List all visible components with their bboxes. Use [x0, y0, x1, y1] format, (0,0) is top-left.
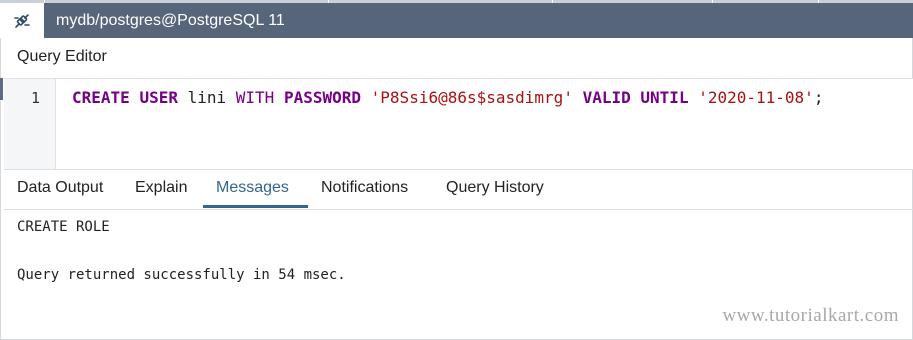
- sql-semicolon: ;: [813, 88, 824, 107]
- tab-query-history[interactable]: Query History: [446, 169, 544, 207]
- sql-keyword: WITH: [235, 88, 275, 107]
- watermark-text: www.tutorialkart.com: [722, 305, 899, 326]
- line-number-gutter: 1: [4, 79, 56, 169]
- sql-string: 'P8Ssi6@86s$sasdimrg': [370, 88, 573, 107]
- unplug-connection-icon: [14, 13, 30, 28]
- current-line-marker: [0, 78, 3, 100]
- sql-keyword: CREATE: [72, 88, 130, 107]
- connection-status-button[interactable]: [0, 3, 44, 38]
- sql-code-line[interactable]: CREATE USER lini WITH PASSWORD 'P8Ssi6@8…: [72, 87, 823, 109]
- tab-strip-separator: [328, 0, 329, 3]
- results-tabs: Data Output Explain Messages Notificatio…: [4, 169, 913, 210]
- sql-keyword: UNTIL: [640, 88, 689, 107]
- sql-keyword: PASSWORD: [283, 88, 362, 107]
- tab-strip-separator: [818, 0, 819, 3]
- connection-label[interactable]: mydb/postgres@PostgreSQL 11: [56, 3, 285, 38]
- tab-messages[interactable]: Messages: [216, 169, 289, 207]
- sql-keyword: VALID: [582, 88, 631, 107]
- message-line: CREATE ROLE: [17, 219, 110, 235]
- active-tab-indicator: [203, 205, 308, 208]
- connection-title-bar: mydb/postgres@PostgreSQL 11: [0, 0, 913, 38]
- line-number: 1: [30, 89, 40, 107]
- tab-strip-separator: [712, 0, 713, 3]
- sql-editor[interactable]: 1 CREATE USER lini WITH PASSWORD 'P8Ssi6…: [4, 78, 913, 170]
- tab-strip-separator: [44, 0, 45, 3]
- tab-data-output[interactable]: Data Output: [17, 169, 103, 207]
- tab-strip-separator: [552, 0, 553, 3]
- tab-notifications[interactable]: Notifications: [321, 169, 408, 207]
- sql-string: '2020-11-08': [698, 88, 814, 107]
- query-editor-label: Query Editor: [17, 48, 107, 65]
- message-line: Query returned successfully in 54 msec.: [17, 267, 346, 283]
- sql-keyword: USER: [139, 88, 178, 107]
- tab-explain[interactable]: Explain: [135, 169, 187, 207]
- sql-identifier: lini: [187, 88, 227, 107]
